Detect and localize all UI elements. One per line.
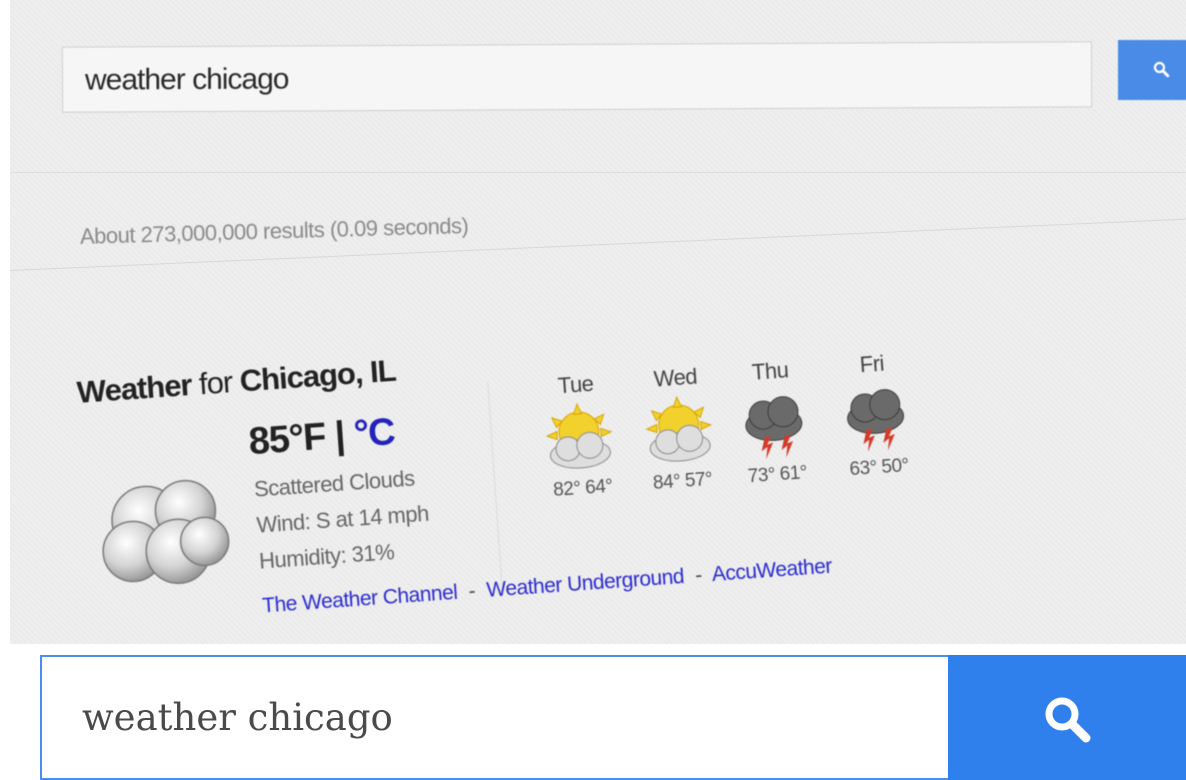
weather-title-prefix: Weather — [75, 366, 193, 410]
result-stats: About 273,000,000 results (0.09 seconds) — [79, 213, 469, 249]
source-link-accuweather[interactable]: AccuWeather — [711, 555, 832, 586]
search-results-screenshot: weather chicago About 273,000,000 result… — [10, 0, 1186, 644]
forecast-day: Thu 73° 61° — [719, 355, 828, 490]
weather-location: Chicago, IL — [238, 352, 397, 399]
thunderstorm-icon — [847, 389, 905, 452]
forecast-day-name: Wed — [652, 363, 698, 392]
stage: weather chicago About 273,000,000 result… — [0, 0, 1186, 780]
forecast-temps: 84° 57° — [652, 468, 713, 494]
weather-title-for: for — [197, 364, 234, 402]
bottom-search-bar: weather chicago — [40, 655, 1186, 780]
card-separator — [487, 381, 503, 586]
weather-title: Weather for Chicago, IL — [76, 353, 397, 411]
search-icon — [1153, 61, 1170, 78]
forecast-day-name: Fri — [858, 350, 885, 378]
celsius-toggle[interactable]: °C — [353, 411, 396, 456]
forecast-day-name: Thu — [751, 357, 790, 385]
weather-humidity: Humidity: 31% — [258, 539, 396, 574]
forecast-day: Tue 82° 64° — [525, 369, 634, 504]
weather-condition: Scattered Clouds — [253, 465, 416, 502]
forecast-temps: 73° 61° — [747, 462, 808, 488]
partly-sunny-icon — [545, 402, 613, 469]
source-separator: - — [694, 563, 703, 588]
temp-fahrenheit: 85°F — [247, 415, 327, 464]
search-icon — [1045, 697, 1091, 743]
top-search-input[interactable]: weather chicago — [61, 41, 1093, 113]
search-button[interactable] — [948, 655, 1186, 780]
forecast-day: Wed 84° 57° — [625, 362, 734, 497]
current-temperature: 85°F | °C — [247, 411, 396, 464]
source-link-weather-underground[interactable]: Weather Underground — [486, 565, 685, 602]
forecast-day-name: Tue — [556, 370, 595, 399]
top-search-button[interactable] — [1118, 40, 1186, 100]
source-separator: - — [467, 579, 476, 604]
weather-card: Weather for Chicago, IL 85°F | °C Scatte… — [75, 295, 1093, 644]
header-divider — [10, 172, 1186, 173]
thunderstorm-icon — [745, 396, 803, 460]
cloud-icon — [102, 479, 230, 585]
forecast-temps: 82° 64° — [552, 475, 614, 501]
forecast-day: Fri 63° 50° — [821, 348, 930, 483]
forecast-temps: 63° 50° — [848, 455, 910, 481]
source-link-weather-channel[interactable]: The Weather Channel — [261, 581, 458, 618]
partly-sunny-icon — [645, 395, 713, 462]
search-input[interactable]: weather chicago — [40, 655, 948, 780]
weather-wind: Wind: S at 14 mph — [255, 500, 430, 538]
temp-separator: | — [333, 414, 346, 457]
